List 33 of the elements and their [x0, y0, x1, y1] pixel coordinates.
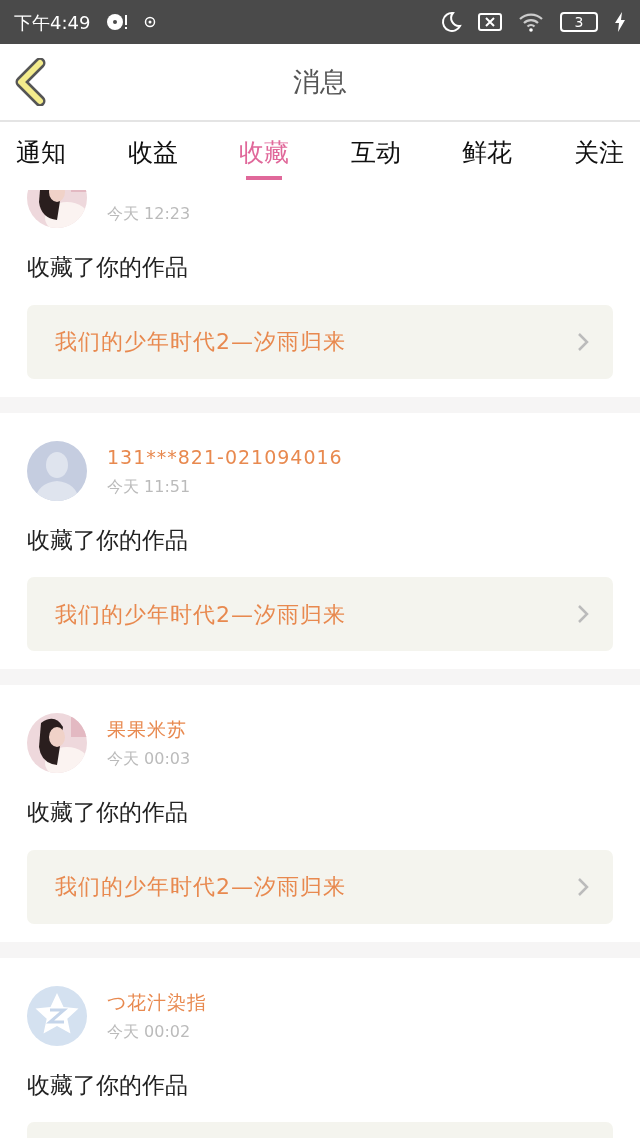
battery-icon: 3 — [560, 12, 598, 32]
message-time: 今天 11:51 — [107, 475, 192, 498]
message-time: 今天 12:23 — [107, 203, 191, 225]
tab[interactable]: 关注 — [567, 126, 630, 186]
message-time: 今天 00:03 — [107, 748, 191, 770]
message-text: 收藏了你的作品 — [27, 525, 189, 555]
disc-icon — [106, 12, 129, 32]
work-link[interactable]: 我们的少年时代2—汐雨归来 — [27, 577, 613, 651]
page-title: 消息 — [293, 64, 347, 99]
tab[interactable]: 收益 — [121, 126, 184, 186]
message-text: 收藏了你的作品 — [27, 798, 189, 827]
tab[interactable]: 收藏 — [233, 126, 296, 186]
username[interactable]: 果果米苏 — [107, 715, 191, 741]
message-text: 收藏了你的作品 — [27, 1070, 189, 1100]
chevron-icon — [577, 604, 589, 624]
tab[interactable]: 鲜花 — [456, 126, 519, 186]
no-sim-icon — [478, 13, 502, 31]
moon-icon — [440, 11, 462, 33]
message-time: 今天 00:02 — [107, 1020, 192, 1043]
username[interactable]: つ花汁染指 — [107, 987, 207, 1014]
back-button[interactable] — [14, 58, 48, 106]
tab[interactable]: 通知 — [10, 126, 72, 186]
chevron-icon — [577, 331, 589, 352]
charging-icon — [614, 12, 626, 32]
wifi-icon — [518, 12, 544, 32]
username[interactable]: 131***821-021094016 — [107, 442, 343, 469]
chevron-icon — [577, 876, 589, 897]
work-link[interactable]: 我们的少年时代2—汐雨归来 — [27, 304, 613, 379]
work-link[interactable]: 我们的少年时代2—汐雨归来 — [27, 849, 613, 924]
tab[interactable]: 互动 — [344, 126, 407, 186]
notification-icon — [144, 16, 157, 28]
status-time: 下午4:49 — [14, 10, 91, 35]
message-text: 收藏了你的作品 — [27, 253, 189, 282]
